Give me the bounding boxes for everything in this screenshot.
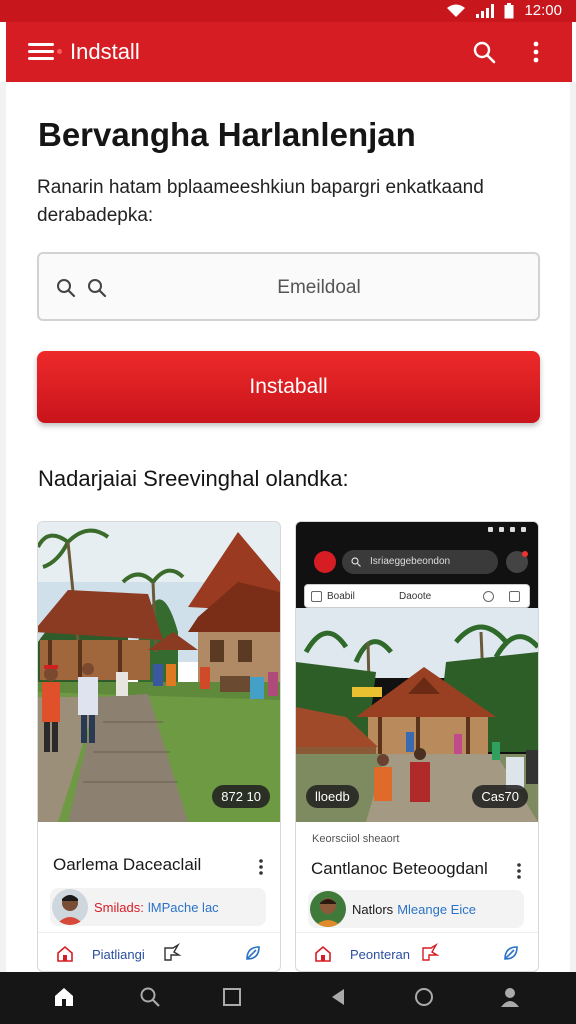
- person-icon[interactable]: [498, 985, 522, 1009]
- search-icon: [88, 279, 107, 298]
- shape-icon[interactable]: [420, 943, 440, 963]
- more-vert-icon[interactable]: [258, 858, 264, 876]
- square-icon: [509, 591, 520, 602]
- avatar: [310, 891, 346, 927]
- shape-icon[interactable]: [162, 943, 182, 963]
- browser-screenshot-bar: Isriaeggebeondon: [296, 522, 538, 582]
- url-bar: Isriaeggebeondon: [342, 550, 498, 574]
- navigation-bar: [0, 972, 576, 1024]
- status-bar: 12:00: [0, 0, 576, 22]
- back-icon[interactable]: [326, 985, 350, 1009]
- author-row[interactable]: Smilads: lMPache lac: [50, 888, 266, 926]
- leaf-icon[interactable]: [502, 944, 520, 962]
- notification-dot: [57, 49, 62, 54]
- page-title: Bervangha Harlanlenjan: [38, 116, 416, 153]
- home-icon[interactable]: [52, 985, 76, 1009]
- avatar: [52, 889, 88, 925]
- card-photo: Isriaeggebeondon Boabil Daoote lloedb Ca…: [296, 522, 538, 822]
- search-icon: [351, 557, 361, 567]
- circle-icon[interactable]: [412, 985, 436, 1009]
- page-description: Ranarin hatam bplaameeshkiun bapargri en…: [37, 177, 484, 226]
- search-icon[interactable]: [138, 985, 162, 1009]
- action-label[interactable]: Piatliangi: [92, 947, 145, 962]
- menu-icon[interactable]: [28, 43, 54, 61]
- signal-icon: [476, 3, 495, 18]
- notification-icon: [506, 551, 528, 573]
- overlay-label: lloedb: [306, 785, 359, 808]
- app-bar: Indstall: [6, 22, 572, 82]
- author-name: Smilads: lMPache lac: [94, 900, 219, 915]
- duration-badge: Cas70: [472, 785, 528, 808]
- battery-icon: [504, 2, 514, 18]
- install-button[interactable]: Instaball: [37, 351, 540, 423]
- card-subtitle: Keorsciiol sheaort: [312, 833, 400, 845]
- status-time: 12:00: [524, 2, 562, 19]
- app-title: Indstall: [70, 39, 140, 64]
- home-icon[interactable]: [314, 945, 332, 963]
- card-photo: 872 10: [38, 522, 280, 822]
- card-actions: Piatliangi: [38, 932, 280, 971]
- duration-badge: 872 10: [212, 785, 270, 808]
- action-label[interactable]: Peonteran: [350, 947, 410, 962]
- author-name: Natlors Mleange Eice: [352, 902, 476, 917]
- card-actions: Peonteran: [296, 932, 538, 971]
- leaf-icon[interactable]: [244, 944, 262, 962]
- content-card[interactable]: 872 10 Oarlema Daceaclail Smilads: lMPach…: [37, 521, 281, 972]
- wifi-icon: [447, 4, 466, 17]
- square-icon[interactable]: [220, 985, 244, 1009]
- content-card[interactable]: Isriaeggebeondon Boabil Daoote lloedb Ca…: [295, 521, 539, 972]
- search-icon[interactable]: [472, 40, 496, 64]
- search-icon: [57, 279, 76, 298]
- more-vert-icon[interactable]: [516, 862, 522, 880]
- browser-toolbar: Boabil Daoote: [304, 584, 530, 608]
- section-title: Nadarjaiai Sreevinghal olandka:: [38, 466, 349, 491]
- card-title: Oarlema Daceaclail: [53, 855, 202, 874]
- more-vert-icon[interactable]: [532, 40, 540, 64]
- square-icon: [311, 591, 322, 602]
- author-row[interactable]: Natlors Mleange Eice: [308, 890, 524, 928]
- search-box[interactable]: [37, 252, 540, 321]
- card-title: Cantlanoc Beteoogdanl: [311, 859, 488, 878]
- search-input[interactable]: [119, 274, 519, 302]
- home-icon[interactable]: [56, 945, 74, 963]
- app-logo: [314, 551, 336, 573]
- circle-icon: [483, 591, 494, 602]
